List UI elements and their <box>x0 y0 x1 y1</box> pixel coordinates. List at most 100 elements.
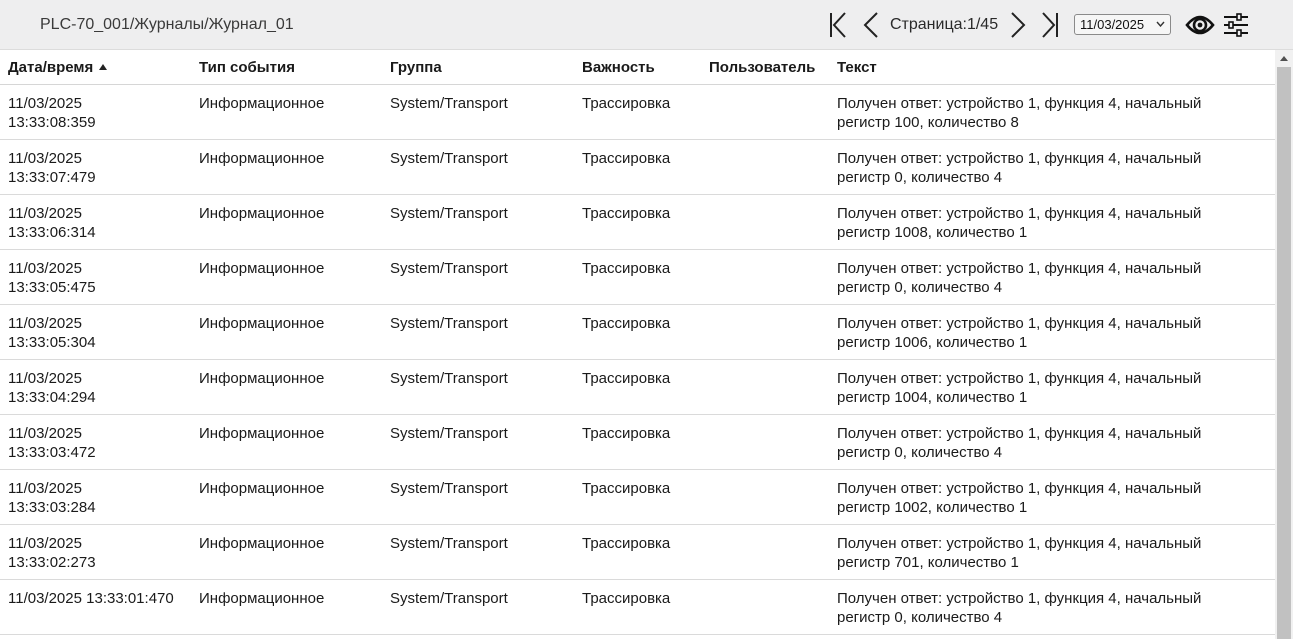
vertical-scrollbar[interactable] <box>1275 50 1293 639</box>
cell-text-line: регистр 1006, количество 1 <box>837 334 1028 351</box>
cell-group: System/Transport <box>390 480 508 497</box>
cell-type: Информационное <box>199 590 325 607</box>
cell-text-line: регистр 701, количество 1 <box>837 554 1019 571</box>
column-header-text[interactable]: Текст <box>837 59 877 76</box>
column-header-severity[interactable]: Важность <box>582 59 655 76</box>
table-row[interactable]: 11/03/2025 13:33:05:304 Информационное Syst… <box>0 305 1275 360</box>
table-row[interactable]: 11/03/2025 13:33:02:273 Информационное Syst… <box>0 525 1275 580</box>
cell-severity: Трассировка <box>582 205 671 222</box>
table-row[interactable]: 11/03/2025 13:33:07:479 Информационное Syst… <box>0 140 1275 195</box>
column-header-datetime[interactable]: Дата/время <box>8 59 108 76</box>
cell-type: Информационное <box>199 260 325 277</box>
cell-text: Получен ответ: устройство 1, функция 4, … <box>837 204 1257 242</box>
table-row[interactable]: 11/03/2025 13:33:01:470 Информационное Sys… <box>0 580 1275 635</box>
cell-text-line: регистр 1008, количество 1 <box>837 224 1028 241</box>
cell-group: System/Transport <box>390 590 508 607</box>
cell-severity: Трассировка <box>582 260 671 277</box>
cell-datetime: 11/03/2025 13:33:05:475 <box>8 259 193 297</box>
cell-time: 13:33:04:294 <box>8 389 96 406</box>
cell-group: System/Transport <box>390 205 508 222</box>
chevron-down-icon <box>1156 21 1165 27</box>
cell-date: 11/03/2025 <box>8 425 82 442</box>
cell-type: Информационное <box>199 205 325 222</box>
first-page-button[interactable] <box>828 10 852 40</box>
cell-datetime: 11/03/2025 13:33:02:273 <box>8 534 193 572</box>
cell-text-line: Получен ответ: устройство 1, функция 4, … <box>837 590 1202 607</box>
breadcrumb[interactable]: PLC-70_001/Журналы/Журнал_01 <box>40 16 294 34</box>
table-row[interactable]: 11/03/2025 13:33:05:475 Информационное Syst… <box>0 250 1275 305</box>
cell-text: Получен ответ: устройство 1, функция 4, … <box>837 369 1257 407</box>
view-button[interactable] <box>1185 10 1215 44</box>
cell-text: Получен ответ: устройство 1, функция 4, … <box>837 479 1257 517</box>
cell-group: System/Transport <box>390 315 508 332</box>
cell-group: System/Transport <box>390 370 508 387</box>
table-body: 11/03/2025 13:33:08:359 Информационное Syst… <box>0 85 1275 635</box>
cell-text-line: регистр 1004, количество 1 <box>837 389 1028 406</box>
scroll-thumb[interactable] <box>1277 67 1291 639</box>
cell-datetime: 11/03/2025 13:33:06:314 <box>8 204 193 242</box>
cell-text-line: Получен ответ: устройство 1, функция 4, … <box>837 95 1202 112</box>
cell-text-line: регистр 0, количество 4 <box>837 444 1003 461</box>
cell-time: 13:33:01:470 <box>86 590 174 607</box>
column-header-user[interactable]: Пользователь <box>709 59 815 76</box>
prev-page-button[interactable] <box>861 10 885 40</box>
cell-text: Получен ответ: устройство 1, функция 4, … <box>837 259 1257 297</box>
cell-type: Информационное <box>199 370 325 387</box>
cell-text-line: Получен ответ: устройство 1, функция 4, … <box>837 480 1202 497</box>
cell-text-line: Получен ответ: устройство 1, функция 4, … <box>837 315 1202 332</box>
table-row[interactable]: 11/03/2025 13:33:03:284 Информационное Syst… <box>0 470 1275 525</box>
cell-date: 11/03/2025 <box>8 315 82 332</box>
cell-text-line: регистр 100, количество 8 <box>837 114 1019 131</box>
cell-severity: Трассировка <box>582 535 671 552</box>
cell-time: 13:33:03:472 <box>8 444 96 461</box>
cell-datetime: 11/03/2025 13:33:01:470 <box>8 589 193 608</box>
prev-page-icon <box>863 12 878 38</box>
next-page-button[interactable] <box>1008 10 1032 40</box>
cell-text-line: Получен ответ: устройство 1, функция 4, … <box>837 205 1202 222</box>
cell-severity: Трассировка <box>582 480 671 497</box>
cell-text-line: регистр 0, количество 4 <box>837 609 1003 626</box>
filters-button[interactable] <box>1222 10 1250 44</box>
cell-date: 11/03/2025 <box>8 150 82 167</box>
cell-text-line: регистр 1002, количество 1 <box>837 499 1028 516</box>
cell-time: 13:33:03:284 <box>8 499 96 516</box>
cell-text: Получен ответ: устройство 1, функция 4, … <box>837 149 1257 187</box>
cell-text: Получен ответ: устройство 1, функция 4, … <box>837 424 1257 462</box>
table-row[interactable]: 11/03/2025 13:33:04:294 Информационное Syst… <box>0 360 1275 415</box>
cell-text-line: Получен ответ: устройство 1, функция 4, … <box>837 370 1202 387</box>
cell-type: Информационное <box>199 480 325 497</box>
cell-datetime: 11/03/2025 13:33:03:284 <box>8 479 193 517</box>
cell-severity: Трассировка <box>582 95 671 112</box>
next-page-icon <box>1011 12 1026 38</box>
date-select-value: 11/03/2025 <box>1080 17 1145 32</box>
cell-text: Получен ответ: устройство 1, функция 4, … <box>837 534 1257 572</box>
cell-severity: Трассировка <box>582 315 671 332</box>
table-row[interactable]: 11/03/2025 13:33:08:359 Информационное Syst… <box>0 85 1275 140</box>
cell-type: Информационное <box>199 150 325 167</box>
cell-date: 11/03/2025 <box>8 535 82 552</box>
page-indicator: Страница:1/45 <box>890 16 999 33</box>
column-header-group[interactable]: Группа <box>390 59 442 76</box>
journal-table: Дата/время Тип события Группа Важность П… <box>0 50 1275 635</box>
cell-date: 11/03/2025 <box>8 260 82 277</box>
cell-time: 13:33:02:273 <box>8 554 96 571</box>
cell-type: Информационное <box>199 95 325 112</box>
cell-type: Информационное <box>199 535 325 552</box>
date-select[interactable]: 11/03/2025 <box>1074 14 1171 35</box>
cell-group: System/Transport <box>390 150 508 167</box>
cell-text-line: Получен ответ: устройство 1, функция 4, … <box>837 425 1202 442</box>
cell-group: System/Transport <box>390 535 508 552</box>
last-page-button[interactable] <box>1040 10 1064 40</box>
column-header-type[interactable]: Тип события <box>199 59 295 76</box>
cell-datetime: 11/03/2025 13:33:08:359 <box>8 94 193 132</box>
cell-datetime: 11/03/2025 13:33:05:304 <box>8 314 193 352</box>
table-row[interactable]: 11/03/2025 13:33:06:314 Информационное Syst… <box>0 195 1275 250</box>
cell-date: 11/03/2025 <box>8 95 82 112</box>
cell-severity: Трассировка <box>582 150 671 167</box>
eye-icon <box>1185 15 1215 35</box>
cell-time: 13:33:05:475 <box>8 279 96 296</box>
cell-text-line: регистр 0, количество 4 <box>837 169 1003 186</box>
table-row[interactable]: 11/03/2025 13:33:03:472 Информационное Syst… <box>0 415 1275 470</box>
cell-text: Получен ответ: устройство 1, функция 4, … <box>837 314 1257 352</box>
top-toolbar: PLC-70_001/Журналы/Журнал_01 Страница:1/… <box>0 0 1293 50</box>
